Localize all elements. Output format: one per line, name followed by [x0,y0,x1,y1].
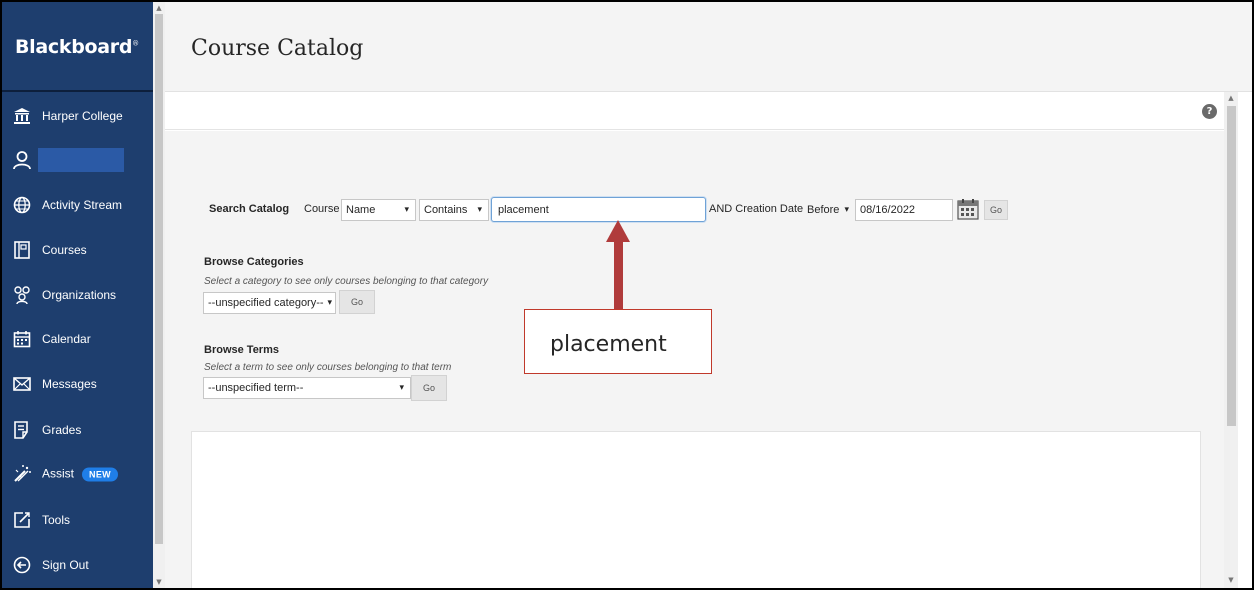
sidebar-item-label: Activity Stream [42,198,123,212]
sidebar-item-grades[interactable]: Grades [2,410,153,450]
calendar-icon [957,199,979,220]
annotation-arrow-shaft [614,240,623,310]
chevron-down-icon: ▾ [399,382,404,392]
search-field-select[interactable]: Name ▾ [341,199,416,221]
select-value: --unspecified category-- [208,297,324,309]
courses-icon [12,240,32,260]
blackboard-logo[interactable]: Blackboard® [2,2,153,92]
organizations-icon [12,285,32,305]
scroll-down-arrow-icon[interactable]: ▼ [153,578,165,586]
chevron-down-icon: ▾ [327,297,332,307]
sidebar-item-courses[interactable]: Courses [2,230,153,270]
sidebar-item-label: Courses [42,243,87,257]
sidebar-scrollbar[interactable]: ▲ ▼ [153,2,165,588]
date-operator-select[interactable]: Before ▾ [802,199,852,221]
scroll-up-arrow-icon[interactable]: ▲ [1225,94,1237,102]
scrollbar-thumb[interactable] [155,14,163,544]
sidebar-item-assist[interactable]: Assist NEW [2,454,153,494]
sidebar-nav: Blackboard® Harper College Activity Stre… [2,2,153,588]
search-go-button[interactable]: Go [984,200,1008,220]
browse-terms-hint: Select a term to see only courses belong… [204,362,452,373]
select-value: --unspecified term-- [208,382,304,394]
sidebar-item-label: Tools [42,513,71,527]
content-scrollbar[interactable]: ▲ ▼ [1224,92,1238,588]
term-go-button[interactable]: Go [411,375,447,401]
category-select[interactable]: --unspecified category-- ▾ [203,292,336,314]
page-title: Course Catalog [191,36,364,61]
browse-categories-hint: Select a category to see only courses be… [204,276,489,287]
sidebar-item-calendar[interactable]: Calendar [2,319,153,359]
help-icon[interactable]: ? [1202,104,1217,119]
sidebar-item-label: Harper College [42,109,123,123]
tools-icon [12,510,32,530]
envelope-icon [12,374,32,394]
creation-date-input[interactable]: 08/16/2022 [855,199,953,221]
calendar-icon [12,329,32,349]
scroll-down-arrow-icon[interactable]: ▼ [1225,576,1237,584]
creation-date-label: AND Creation Date [709,203,804,215]
date-value: 08/16/2022 [860,204,916,216]
browse-categories-title: Browse Categories [204,256,304,268]
annotation-callout: placement [524,309,712,374]
search-operator-select[interactable]: Contains ▾ [419,199,489,221]
category-go-button[interactable]: Go [339,290,375,314]
user-name-redacted [38,148,124,172]
sidebar-item-institution[interactable]: Harper College [2,96,153,136]
sidebar-item-activity-stream[interactable]: Activity Stream [2,185,153,225]
sidebar-item-label: Sign Out [42,558,89,572]
browse-terms-title: Browse Terms [204,344,279,356]
institution-icon [12,106,32,126]
sign-out-icon [12,555,32,575]
course-label: Course [304,203,340,215]
toolbar-strip [165,92,1224,130]
chevron-down-icon: ▾ [477,204,482,214]
scrollbar-thumb[interactable] [1227,106,1236,426]
page-header: Course Catalog [165,2,1252,92]
sidebar-item-label: Assist NEW [42,467,118,482]
sidebar-item-label: Calendar [42,332,91,346]
grades-icon [12,420,32,440]
sidebar-item-label: Messages [42,377,97,391]
scroll-up-arrow-icon[interactable]: ▲ [153,4,165,12]
sidebar-item-messages[interactable]: Messages [2,364,153,404]
logo-text: Blackboard® [15,36,139,58]
select-value: Before [807,204,840,216]
sidebar-item-tools[interactable]: Tools [2,500,153,540]
search-catalog-label: Search Catalog [209,203,290,215]
assist-icon [12,464,32,484]
globe-icon [12,195,32,215]
chevron-down-icon: ▾ [844,204,849,214]
sidebar-item-profile[interactable] [2,140,153,180]
user-icon [12,150,32,170]
sidebar-item-label: Grades [42,423,82,437]
sidebar-item-organizations[interactable]: Organizations [2,275,153,315]
select-value: Contains [424,204,468,216]
term-select[interactable]: --unspecified term-- ▾ [203,377,411,399]
search-input[interactable] [491,197,706,222]
select-value: Name [346,204,376,216]
chevron-down-icon: ▾ [404,204,409,214]
date-picker-button[interactable] [957,198,979,220]
annotation-arrow-head [606,220,630,242]
sidebar-item-label: Organizations [42,288,117,302]
sidebar-item-sign-out[interactable]: Sign Out [2,545,153,585]
new-badge: NEW [82,467,118,482]
results-panel [191,431,1201,590]
